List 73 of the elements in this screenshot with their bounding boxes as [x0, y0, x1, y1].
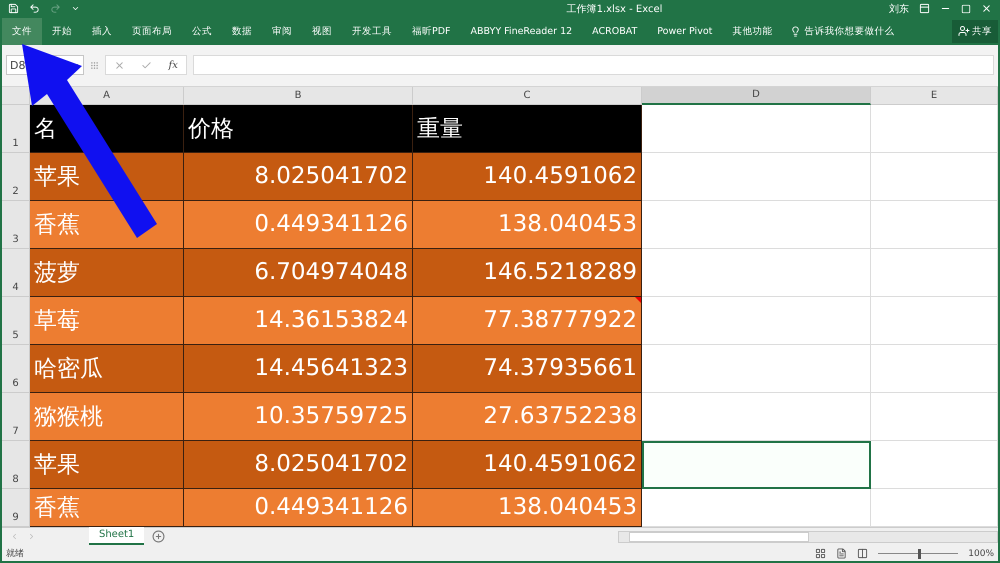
page-layout-icon[interactable]: [836, 548, 848, 560]
undo-icon[interactable]: [29, 3, 40, 14]
ribbon-tab[interactable]: 数据: [222, 18, 262, 46]
table-cell: 价格: [184, 104, 413, 153]
page-break-icon[interactable]: [857, 548, 868, 560]
table-cell: 14.45641323: [184, 344, 413, 393]
ribbon-tab[interactable]: ACROBAT: [582, 18, 648, 46]
table-cell: 140.4591062: [413, 152, 642, 201]
table-cell: 哈密瓜: [30, 344, 184, 393]
window-title: 工作簿1.xlsx - Excel: [566, 2, 662, 16]
share-button[interactable]: 共享: [952, 20, 998, 44]
table-cell: 草莓: [30, 296, 184, 345]
ribbon-tab[interactable]: 页面布局: [122, 18, 182, 46]
table-cell: 8.025041702: [184, 440, 413, 489]
save-icon[interactable]: [8, 3, 19, 14]
user-name[interactable]: 刘东: [888, 2, 909, 16]
ribbon-tab[interactable]: ABBYY FineReader 12: [460, 18, 582, 46]
zoom-reading: 100%: [968, 548, 994, 559]
row-header[interactable]: 3: [2, 200, 30, 249]
table-cell: 10.35759725: [184, 392, 413, 441]
row-header[interactable]: 1: [2, 104, 30, 153]
ribbon-tab[interactable]: 视图: [302, 18, 342, 46]
ribbon-tab[interactable]: Power Pivot: [647, 18, 722, 46]
table-cell: 146.5218289: [413, 248, 642, 297]
horizontal-scrollbar[interactable]: [618, 530, 998, 543]
column-header[interactable]: D: [642, 86, 871, 105]
table-cell: 74.37935661: [413, 344, 642, 393]
sheet-tab[interactable]: Sheet1: [89, 526, 144, 545]
column-header[interactable]: E: [871, 86, 998, 105]
table-cell: 香蕉: [30, 488, 184, 527]
ribbon-tab[interactable]: 福昕PDF: [402, 18, 461, 46]
drag-handle-icon[interactable]: [90, 60, 99, 70]
table-cell: 0.449341126: [184, 488, 413, 527]
table-cell: 27.63752238: [413, 392, 642, 441]
ribbon-tab[interactable]: 其他功能: [722, 18, 782, 46]
table-cell: 0.449341126: [184, 200, 413, 249]
close-icon[interactable]: [980, 3, 992, 14]
ribbon-tab[interactable]: 审阅: [262, 18, 302, 46]
ribbon-tab[interactable]: 文件: [2, 18, 42, 46]
table-cell: 138.040453: [413, 488, 642, 527]
table-cell: 6.704974048: [184, 248, 413, 297]
table-cell: 14.36153824: [184, 296, 413, 345]
table-cell: 苹果: [30, 440, 184, 489]
table-cell: 138.040453: [413, 200, 642, 249]
maximize-icon[interactable]: [960, 4, 971, 14]
table-cell: 8.025041702: [184, 152, 413, 201]
ribbon-tab[interactable]: 开始: [42, 18, 82, 46]
row-header[interactable]: 2: [2, 152, 30, 201]
person-icon: [958, 25, 970, 38]
status-text: 就绪: [6, 548, 24, 560]
column-header[interactable]: B: [184, 86, 413, 105]
row-header[interactable]: 4: [2, 248, 30, 297]
row-header[interactable]: 9: [2, 488, 30, 527]
ribbon-tab[interactable]: 插入: [82, 18, 122, 46]
ribbon-tab[interactable]: 开发工具: [342, 18, 402, 46]
tell-me-field[interactable]: 告诉我你想要做什么: [782, 18, 902, 46]
row-header[interactable]: 5: [2, 296, 30, 345]
column-header[interactable]: C: [413, 86, 642, 105]
insert-function-button[interactable]: fx: [168, 60, 178, 71]
ribbon-display-icon[interactable]: [918, 3, 930, 14]
row-header[interactable]: 6: [2, 344, 30, 393]
row-header[interactable]: 7: [2, 392, 30, 441]
normal-view-icon[interactable]: [815, 548, 826, 560]
table-cell: 猕猴桃: [30, 392, 184, 441]
table-cell: 菠萝: [30, 248, 184, 297]
lightbulb-icon: [790, 26, 802, 37]
ribbon-tab[interactable]: 公式: [182, 18, 222, 46]
table-cell: 77.38777922: [413, 296, 642, 345]
table-cell: 重量: [413, 104, 642, 153]
row-header[interactable]: 8: [2, 440, 30, 489]
table-cell: 140.4591062: [413, 440, 642, 489]
add-sheet-icon[interactable]: [152, 530, 166, 544]
formula-field[interactable]: [193, 55, 994, 76]
